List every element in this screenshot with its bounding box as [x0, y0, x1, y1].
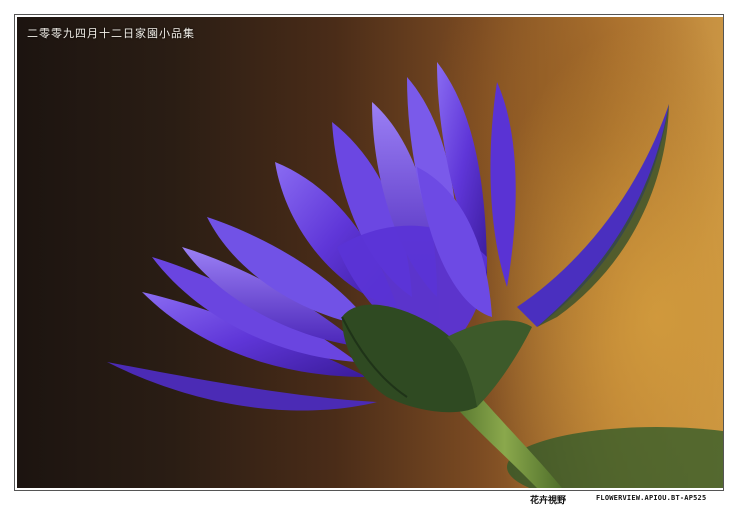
site-url: FLOWERVIEW.APIOU.BT-AP525: [596, 494, 707, 502]
site-name: 花卉視野: [530, 493, 566, 506]
photo-caption: 二零零九四月十二日家園小品集: [27, 27, 195, 40]
flower-photo: 二零零九四月十二日家園小品集: [17, 17, 723, 488]
sepal-shape: [517, 104, 669, 327]
water-lily-illustration: [107, 62, 723, 488]
site-name-text: 花卉視野: [530, 496, 567, 506]
petal-shape: [490, 82, 516, 287]
